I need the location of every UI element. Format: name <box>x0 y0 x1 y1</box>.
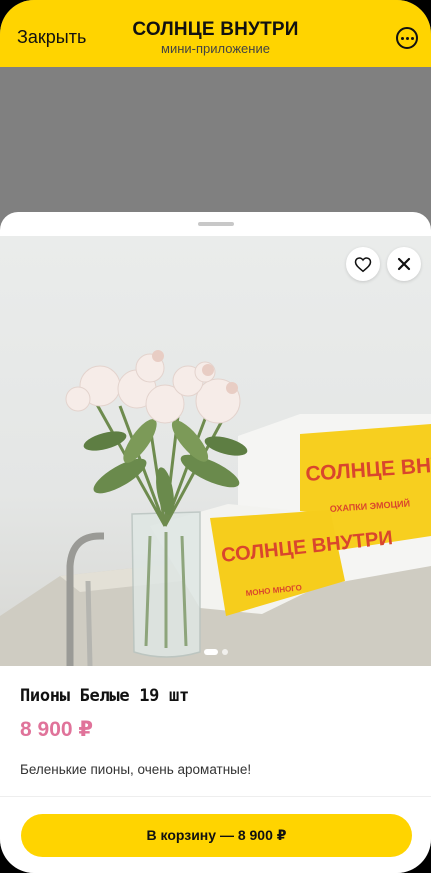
product-price: 8 900 ₽ <box>20 718 93 741</box>
pager-dot[interactable] <box>221 649 228 655</box>
product-name: Пионы Белые 19 шт <box>20 686 189 706</box>
app-subtitle: мини-приложение <box>161 41 270 56</box>
divider <box>0 796 431 797</box>
more-icon[interactable] <box>396 27 418 49</box>
product-description: Беленькие пионы, очень ароматные! <box>20 762 252 777</box>
bouquet-illustration: СОЛНЦЕ ВНУТРИ ОХАПКИ ЭМОЦИЙ СОЛНЦЕ ВНУТР… <box>0 350 431 666</box>
mini-app-header: Закрыть СОЛНЦЕ ВНУТРИ мини-приложение <box>0 0 431 67</box>
sheet-grabber[interactable] <box>198 222 234 226</box>
product-sheet: СОЛНЦЕ ВНУТРИ ОХАПКИ ЭМОЦИЙ СОЛНЦЕ ВНУТР… <box>0 212 431 873</box>
phone-screen: Закрыть СОЛНЦЕ ВНУТРИ мини-приложение СО… <box>0 0 431 873</box>
dimmed-backdrop[interactable] <box>0 67 431 227</box>
add-to-cart-button[interactable]: В корзину — 8 900 ₽ <box>21 814 412 857</box>
heart-icon[interactable] <box>346 247 380 281</box>
close-icon[interactable] <box>387 247 421 281</box>
pager-dot-active[interactable] <box>203 649 218 655</box>
app-title: СОЛНЦЕ ВНУТРИ <box>132 19 299 40</box>
product-photo[interactable]: СОЛНЦЕ ВНУТРИ ОХАПКИ ЭМОЦИЙ СОЛНЦЕ ВНУТР… <box>0 236 431 666</box>
photo-pager <box>0 649 431 655</box>
